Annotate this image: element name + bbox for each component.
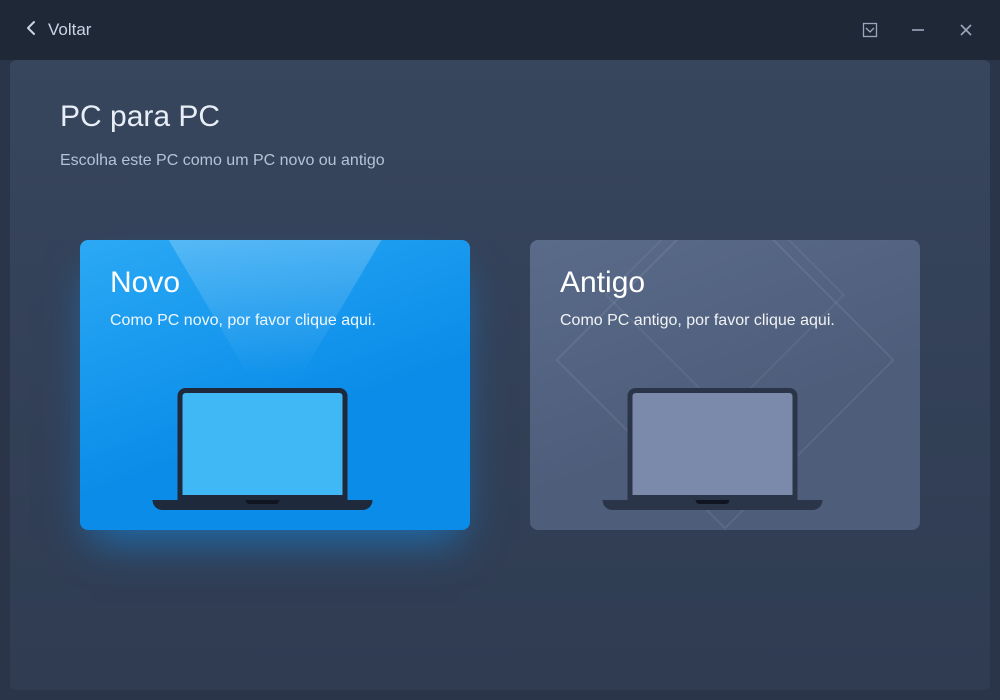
content-panel: PC para PC Escolha este PC como um PC no… xyxy=(10,60,990,690)
card-new-title: Novo xyxy=(110,266,440,300)
laptop-icon xyxy=(628,388,823,510)
window-controls xyxy=(860,20,976,40)
card-row: Novo Como PC novo, por favor clique aqui… xyxy=(60,240,940,530)
close-button[interactable] xyxy=(956,20,976,40)
dropdown-button[interactable] xyxy=(860,20,880,40)
card-new-pc[interactable]: Novo Como PC novo, por favor clique aqui… xyxy=(80,240,470,530)
card-old-title: Antigo xyxy=(560,266,890,300)
card-new-subtitle: Como PC novo, por favor clique aqui. xyxy=(110,312,440,330)
laptop-icon xyxy=(178,388,373,510)
back-button[interactable]: Voltar xyxy=(24,20,91,41)
back-label: Voltar xyxy=(48,20,91,40)
minimize-button[interactable] xyxy=(908,20,928,40)
page-subtitle: Escolha este PC como um PC novo ou antig… xyxy=(60,152,940,170)
card-old-pc[interactable]: Antigo Como PC antigo, por favor clique … xyxy=(530,240,920,530)
page-title: PC para PC xyxy=(60,100,940,134)
card-old-subtitle: Como PC antigo, por favor clique aqui. xyxy=(560,312,890,330)
arrow-left-icon xyxy=(24,20,40,41)
titlebar: Voltar xyxy=(0,0,1000,60)
